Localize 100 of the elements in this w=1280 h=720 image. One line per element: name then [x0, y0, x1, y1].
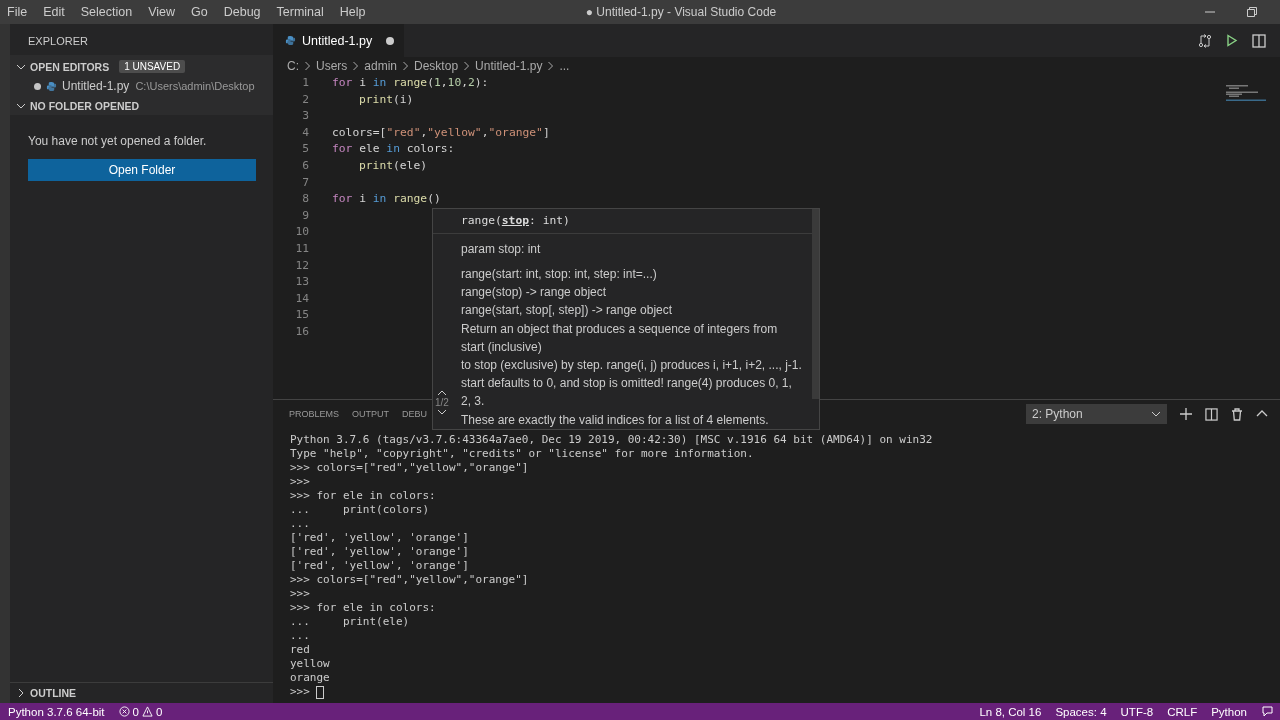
- caret-icon: [1151, 409, 1161, 419]
- panel-tab[interactable]: OUTPUT: [352, 409, 389, 419]
- encoding-status[interactable]: UTF-8: [1120, 705, 1154, 718]
- line-number: 4: [301, 124, 309, 141]
- breadcrumb-item[interactable]: ...: [559, 59, 570, 73]
- menu-item[interactable]: Go: [184, 5, 215, 19]
- indentation-status[interactable]: Spaces: 4: [1055, 705, 1107, 718]
- menu-item[interactable]: File: [0, 5, 35, 19]
- line-number: 14: [294, 290, 309, 307]
- language-status[interactable]: Python: [1211, 705, 1247, 718]
- line-number: 16: [294, 323, 309, 340]
- code-line: print(i): [358, 91, 414, 108]
- chevron-icon[interactable]: [16, 687, 26, 698]
- line-number: 11: [294, 240, 309, 257]
- breadcrumb-item[interactable]: C:: [287, 59, 299, 73]
- line-number: 2: [301, 91, 309, 108]
- line-number: 3: [301, 108, 309, 125]
- section-title[interactable]: OUTLINE: [30, 686, 77, 699]
- unsaved-badge: 1 UNSAVED: [119, 60, 186, 73]
- doc-text: These are exactly the valid indices for a list of 4 elements.: [461, 411, 770, 429]
- terminal-line: ['red', 'yellow', 'orange']: [290, 545, 469, 559]
- doc-text: to stop (exclusive) by step. range(i, j) produces i, i+1, i+2, ..., j-1.: [461, 356, 803, 374]
- run-icon[interactable]: [1226, 34, 1238, 47]
- terminal-line: ['red', 'yellow', 'orange']: [290, 531, 469, 545]
- menu-item[interactable]: Help: [332, 5, 373, 19]
- terminal-line: ...: [290, 517, 310, 531]
- code-line: for i in range(): [332, 191, 441, 208]
- section-title[interactable]: OPEN EDITORS: [30, 60, 110, 73]
- cursor-position[interactable]: Ln 8, Col 16: [979, 705, 1042, 718]
- python-icon: [46, 80, 57, 92]
- code-line: for ele in colors:: [332, 141, 455, 158]
- chevron-icon: [352, 61, 360, 71]
- split-editor-icon[interactable]: [1252, 33, 1266, 48]
- terminal-line: >>> colors=["red","yellow","orange"]: [290, 461, 529, 475]
- no-folder-message: You have not yet opened a folder.: [27, 133, 208, 148]
- terminal-line: red: [290, 643, 310, 657]
- terminal-cursor: [315, 685, 324, 699]
- trash-icon[interactable]: [1231, 407, 1243, 421]
- line-number: 12: [294, 257, 309, 274]
- warning-icon: [141, 706, 153, 717]
- code-line: colors=["red","yellow","orange"]: [332, 124, 550, 141]
- menu-item[interactable]: Edit: [36, 5, 72, 19]
- chevron-icon: [547, 61, 555, 71]
- restore-icon[interactable]: [1246, 6, 1258, 18]
- sidebar-title: EXPLORER: [27, 34, 89, 49]
- python-icon: [285, 35, 296, 46]
- doc-text: 2, 3.: [461, 393, 486, 411]
- terminal-line: >>>: [290, 685, 310, 699]
- plus-icon[interactable]: [1180, 408, 1192, 420]
- breadcrumb-item[interactable]: admin: [364, 59, 398, 73]
- code-line: for i in range(1,10,2):: [332, 75, 489, 91]
- unsaved-dot[interactable]: [34, 82, 41, 90]
- scrollbar[interactable]: [812, 209, 819, 399]
- line-number: 13: [294, 274, 309, 291]
- editor-tab[interactable]: Untitled-1.py: [273, 24, 405, 57]
- doc-text: start (inclusive): [461, 338, 543, 356]
- doc-text: range(start: int, stop: int, step: int=...): [461, 266, 658, 283]
- line-number: 6: [301, 157, 309, 174]
- doc-text: range(start, stop[, step]) -> range object: [461, 302, 674, 320]
- terminal-line: orange: [290, 671, 330, 685]
- chevron-down-icon[interactable]: [436, 409, 447, 416]
- breadcrumb-item[interactable]: Untitled-1.py: [475, 59, 543, 73]
- terminal-line: ... print(ele): [290, 615, 410, 629]
- eol-status[interactable]: CRLF: [1167, 705, 1198, 718]
- error-count[interactable]: 0: [132, 705, 139, 718]
- menu-item[interactable]: Terminal: [269, 5, 331, 19]
- line-number: 7: [301, 174, 309, 191]
- doc-text: start defaults to 0, and stop is omitted! range(4) produces 0, 1,: [461, 375, 793, 393]
- chevron-icon: [463, 61, 471, 71]
- menu-item[interactable]: Selection: [73, 5, 140, 19]
- open-folder-button[interactable]: Open Folder: [28, 159, 256, 181]
- terminal-line: yellow: [290, 657, 330, 671]
- panel-tab[interactable]: PROBLEMS: [289, 409, 339, 419]
- breadcrumb-item[interactable]: Users: [316, 59, 348, 73]
- menu-item[interactable]: Debug: [216, 5, 268, 19]
- compare-icon[interactable]: [1198, 33, 1212, 48]
- line-number: 15: [294, 307, 309, 324]
- doc-text: range(stop) -> range object: [461, 284, 608, 302]
- chevron-icon: [402, 61, 410, 71]
- breadcrumb-item[interactable]: Desktop: [414, 59, 459, 73]
- line-number: 9: [301, 207, 309, 224]
- interpreter-status[interactable]: Python 3.7.6 64-bit: [8, 705, 105, 718]
- terminal-line: >>> colors=["red","yellow","orange"]: [290, 573, 529, 587]
- chevron-up-icon[interactable]: [436, 389, 447, 396]
- line-number: 1: [301, 75, 309, 91]
- terminal-line: Python 3.7.6 (tags/v3.7.6:43364a7ae0, Dec 19 2019, 00:42:30) [MSC v.1916 64 bit (AMD64)] on win32: [290, 433, 933, 447]
- param-text: param stop: int: [461, 242, 542, 256]
- terminal-line: ... print(colors): [290, 503, 430, 517]
- panel-tab[interactable]: DEBU: [402, 409, 428, 419]
- section-title[interactable]: NO FOLDER OPENED: [30, 99, 140, 112]
- line-number: 5: [301, 141, 309, 158]
- terminal-line: >>>: [290, 475, 310, 489]
- feedback-icon[interactable]: [1261, 705, 1274, 718]
- terminal-line: ...: [290, 629, 310, 643]
- file-name[interactable]: Untitled-1.py: [62, 79, 130, 93]
- warning-count[interactable]: 0: [155, 705, 163, 718]
- split-terminal-icon[interactable]: [1205, 407, 1218, 421]
- menu-item[interactable]: View: [141, 5, 182, 19]
- terminal-select[interactable]: 2: Python: [1026, 404, 1167, 424]
- unsaved-dot[interactable]: [386, 36, 395, 45]
